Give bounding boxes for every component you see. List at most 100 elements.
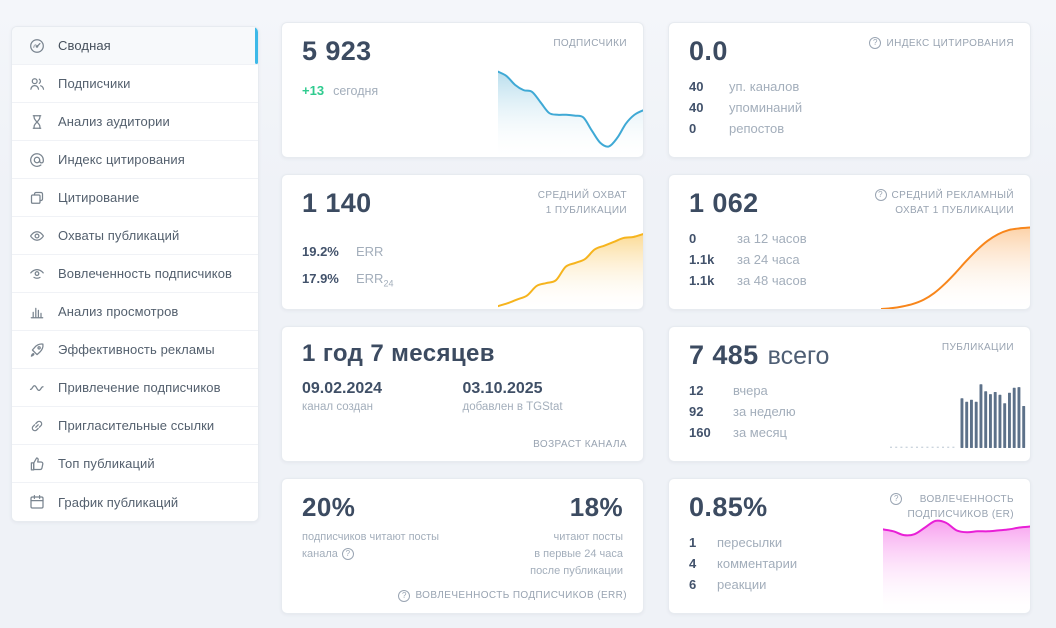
card-er: 0.85% ? ВОВЛЕЧЕННОСТЬ ПОДПИСЧИКОВ (ER) 1… (668, 478, 1031, 614)
thumbs-up-icon (29, 456, 45, 472)
card-title: ПОДПИСЧИКИ (553, 38, 627, 49)
err-columns: 20% подписчиков читают посты канала? 18%… (302, 492, 623, 580)
gauge-icon (29, 38, 45, 54)
card-average-reach: 1 140 СРЕДНИЙ ОХВАТ 1 ПУБЛИКАЦИИ 19.2% ER… (281, 174, 644, 310)
eye-icon (29, 228, 45, 244)
sidebar-item-label: Привлечение подписчиков (58, 380, 221, 395)
err-left-block: 20% подписчиков читают посты канала? (302, 492, 439, 580)
stat-row: 6 реакции (689, 577, 767, 593)
stat-row: 19.2% ERR (302, 244, 384, 260)
sidebar-item-citations[interactable]: Цитирование (12, 179, 258, 217)
card-footer-label: ВОЗРАСТ КАНАЛА (533, 439, 627, 450)
stat-row: 12 вчера (689, 383, 768, 399)
card-title: СРЕДНИЙ ОХВАТ 1 ПУБЛИКАЦИИ (537, 190, 627, 216)
sidebar-item-views-analysis[interactable]: Анализ просмотров (12, 293, 258, 331)
delta-label: сегодня (333, 84, 379, 99)
stat-row: 160 за месяц (689, 425, 787, 441)
bar-chart-icon (29, 304, 45, 320)
sidebar-item-subscriber-acquisition[interactable]: Привлечение подписчиков (12, 369, 258, 407)
card-channel-age: 1 год 7 месяцев 09.02.2024 канал создан … (281, 326, 644, 462)
sidebar-item-subscribers[interactable]: Подписчики (12, 65, 258, 103)
err-right-label: читают посты в первые 24 часа после публ… (530, 531, 623, 578)
help-icon[interactable]: ? (890, 493, 903, 505)
sidebar-item-label: Вовлеченность подписчиков (58, 266, 233, 281)
card-err: 20% подписчиков читают посты канала? 18%… (281, 478, 644, 614)
card-average-ad-reach: 1 062 ? СРЕДНИЙ РЕКЛАМНЫЙ ОХВАТ 1 ПУБЛИК… (668, 174, 1031, 310)
added-date-block: 03.10.2025 добавлен в TGStat (463, 380, 624, 413)
ad-reach-stats: 0 за 12 часов 1.1k за 24 часа 1.1k за 48 ча… (689, 228, 1010, 291)
quote-boxes-icon (29, 190, 45, 206)
sidebar-item-audience-analysis[interactable]: Анализ аудитории (12, 103, 258, 141)
stat-row: 92 за неделю (689, 404, 796, 420)
sidebar-item-label: Анализ просмотров (58, 304, 179, 319)
stat-row: 1 пересылки (689, 535, 783, 551)
er-stats: 1 пересылки 4 комментарии 6 реакции (689, 532, 1010, 595)
help-icon[interactable]: ? (341, 548, 354, 561)
sidebar: Сводная Подписчики Анализ аудитории Инде… (11, 26, 259, 522)
sidebar-item-invite-links[interactable]: Пригласительные ссылки (12, 407, 258, 445)
channel-age-dates: 09.02.2024 канал создан 03.10.2025 добав… (302, 380, 623, 413)
err-read-percent: 20% (302, 492, 356, 522)
err-left-label: подписчиков читают посты канала? (302, 531, 440, 561)
sidebar-item-label: Анализ аудитории (58, 114, 170, 129)
cards-grid: 5 923 ПОДПИСЧИКИ +13 сегодня 0.0 ? ИНДЕКС… (281, 22, 1031, 614)
sidebar-item-post-reach[interactable]: Охваты публикаций (12, 217, 258, 255)
card-footer-label: ? ВОВЛЕЧЕННОСТЬ ПОДПИСЧИКОВ (ERR) (398, 589, 627, 602)
publications-total: 7 485 (689, 340, 759, 370)
channel-age-value: 1 год 7 месяцев (302, 340, 495, 367)
added-date-label: добавлен в TGStat (462, 400, 563, 413)
sidebar-item-label: Цитирование (58, 190, 140, 205)
hourglass-icon (29, 114, 45, 130)
stat-row: 1.1k за 24 часа (689, 252, 800, 268)
sidebar-item-subscriber-engagement[interactable]: Вовлеченность подписчиков (12, 255, 258, 293)
publications-total-suffix: всего (767, 342, 830, 370)
active-item-indicator (255, 27, 258, 64)
rocket-icon (29, 342, 45, 358)
help-icon[interactable]: ? (869, 37, 882, 49)
delta-value: +13 (302, 83, 325, 99)
card-title: ? СРЕДНИЙ РЕКЛАМНЫЙ ОХВАТ 1 ПУБЛИКАЦИИ (874, 188, 1015, 218)
link-icon (29, 418, 45, 434)
at-sign-icon (29, 152, 45, 168)
card-publications: 7 485 всего ПУБЛИКАЦИИ 12 вчера 92 за неде… (668, 326, 1031, 462)
stat-row: 1.1k за 48 часов (689, 273, 807, 289)
sidebar-item-summary[interactable]: Сводная (12, 27, 258, 65)
card-title: ? ИНДЕКС ЦИТИРОВАНИЯ (869, 36, 1014, 51)
citation-stats: 40 уп. каналов 40 упоминаний 0 репостов (689, 76, 1010, 139)
created-date-block: 09.02.2024 канал создан (302, 380, 463, 413)
sidebar-item-label: Эффективность рекламы (58, 342, 215, 357)
card-title: ? ВОВЛЕЧЕННОСТЬ ПОДПИСЧИКОВ (ER) (890, 492, 1014, 522)
help-icon[interactable]: ? (874, 189, 887, 201)
created-date-label: канал создан (302, 400, 373, 413)
sidebar-item-label: Сводная (58, 38, 111, 53)
subscribers-delta-row: +13 сегодня (302, 83, 623, 98)
sidebar-item-citation-index[interactable]: Индекс цитирования (12, 141, 258, 179)
stat-row: 40 упоминаний (689, 100, 803, 116)
sidebar-item-label: Подписчики (58, 76, 131, 91)
eye-engagement-icon (29, 266, 45, 282)
reach-stats: 19.2% ERR 17.9% ERR24 (302, 241, 623, 294)
sidebar-item-label: Охваты публикаций (58, 228, 180, 243)
card-title: ПУБЛИКАЦИИ (941, 342, 1014, 353)
publications-stats: 12 вчера 92 за неделю 160 за месяц (689, 380, 1010, 443)
sidebar-item-label: Пригласительные ссылки (58, 418, 215, 433)
sidebar-item-ad-effectiveness[interactable]: Эффективность рекламы (12, 331, 258, 369)
card-citation-index: 0.0 ? ИНДЕКС ЦИТИРОВАНИЯ 40 уп. каналов 4… (668, 22, 1031, 158)
stat-row: 0 репостов (689, 121, 785, 137)
help-icon[interactable]: ? (398, 590, 411, 602)
sidebar-item-label: Индекс цитирования (58, 152, 185, 167)
card-subscribers: 5 923 ПОДПИСЧИКИ +13 сегодня (281, 22, 644, 158)
sidebar-item-posting-schedule[interactable]: График публикаций (12, 483, 258, 521)
users-icon (29, 76, 45, 92)
stat-row: 17.9% ERR24 (302, 270, 394, 289)
calendar-icon (29, 494, 45, 510)
stat-row: 4 комментарии (689, 556, 798, 572)
err-24h-percent: 18% (569, 492, 623, 522)
created-date: 09.02.2024 (302, 379, 383, 397)
stat-row: 40 уп. каналов (689, 79, 800, 95)
err-right-block: 18% читают посты в первые 24 часа после … (530, 492, 623, 580)
sidebar-item-top-posts[interactable]: Топ публикаций (12, 445, 258, 483)
stat-row: 0 за 12 часов (689, 231, 807, 247)
sidebar-item-label: График публикаций (58, 494, 179, 510)
trend-line-icon (29, 380, 45, 396)
